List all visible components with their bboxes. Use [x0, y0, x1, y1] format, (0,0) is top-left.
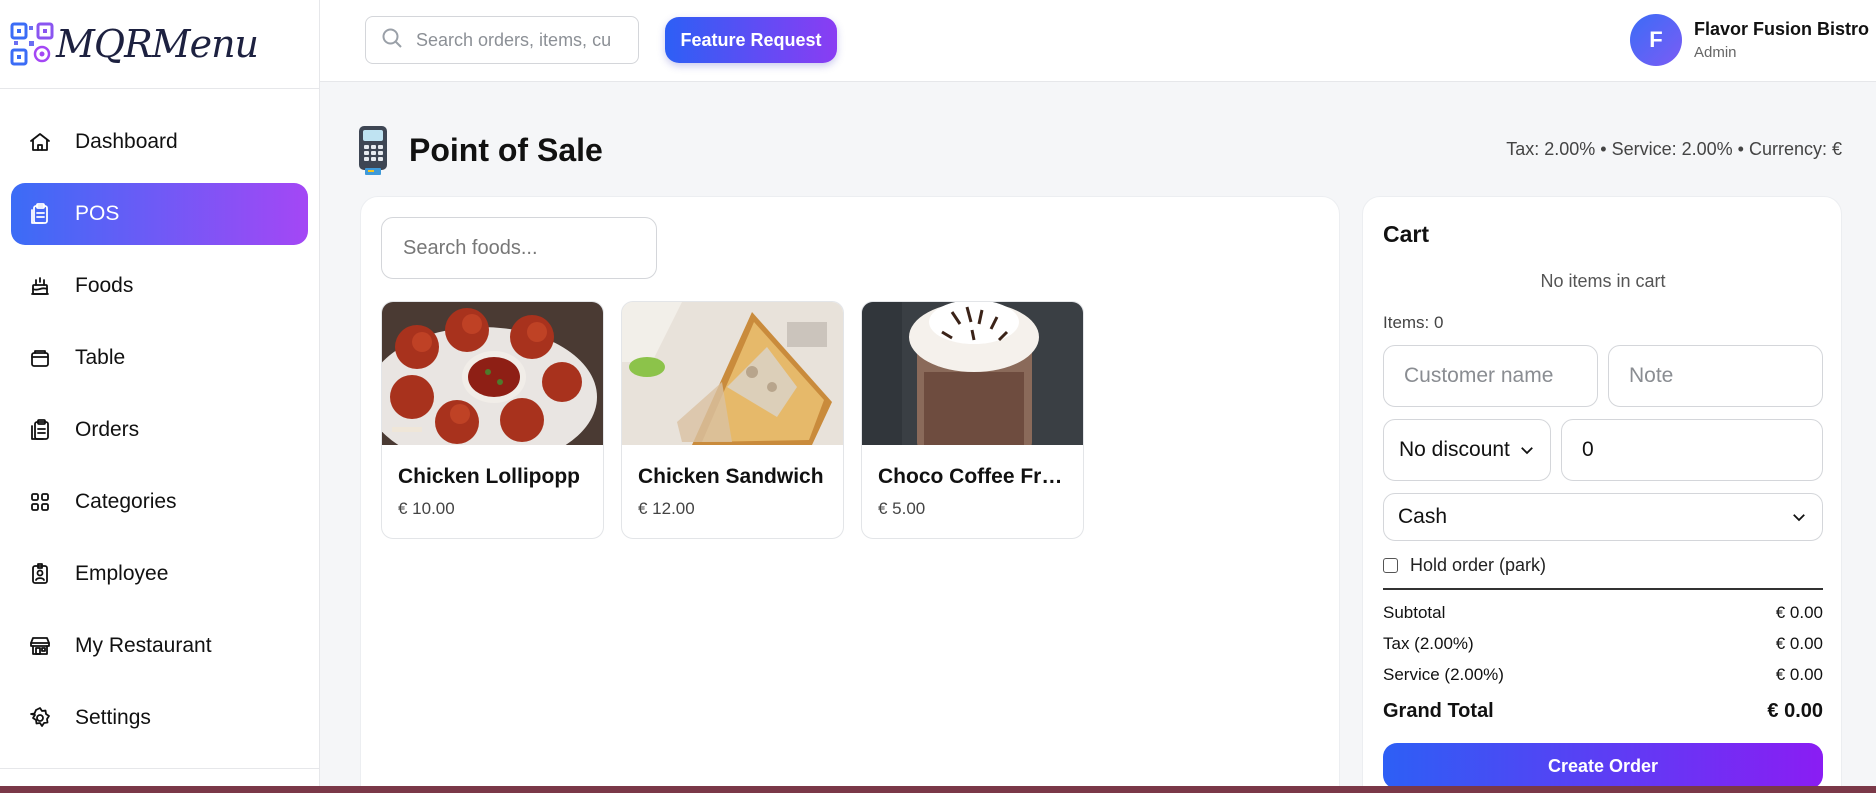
- sidebar-item-my-restaurant[interactable]: My Restaurant: [11, 615, 308, 677]
- qr-logo-icon: [10, 22, 54, 66]
- global-search[interactable]: [365, 16, 639, 64]
- orders-icon: [27, 417, 53, 443]
- global-search-input[interactable]: [416, 29, 616, 51]
- food-image: [622, 302, 843, 445]
- chevron-down-icon: [1790, 508, 1808, 526]
- grid-icon: [27, 489, 53, 515]
- cart-items-count: Items: 0: [1383, 313, 1444, 332]
- sidebar-nav: Dashboard POS Foods Table Orders Categor…: [0, 89, 319, 749]
- pos-terminal-icon: [355, 124, 391, 176]
- food-image: [862, 302, 1083, 445]
- summary-label: Subtotal: [1383, 603, 1446, 622]
- sidebar-item-employee[interactable]: Employee: [11, 543, 308, 605]
- sidebar-item-label: Orders: [75, 418, 140, 441]
- store-icon: [27, 633, 53, 659]
- sidebar-item-table[interactable]: Table: [11, 327, 308, 389]
- page-title: Point of Sale: [409, 131, 603, 168]
- sidebar-item-pos[interactable]: POS: [11, 183, 308, 245]
- table-icon: [27, 345, 53, 371]
- grand-total-value: € 0.00: [1767, 700, 1823, 722]
- summary-row-tax: Tax (2.00%) € 0.00: [1383, 634, 1823, 654]
- food-card[interactable]: Chicken Sandwich € 12.00: [621, 301, 844, 539]
- sidebar-item-label: My Restaurant: [75, 634, 212, 657]
- page-header: Point of Sale: [355, 124, 603, 176]
- logo-text: MQRMenu: [56, 22, 259, 66]
- sidebar-item-label: Employee: [75, 562, 169, 585]
- sidebar-item-categories[interactable]: Categories: [11, 471, 308, 533]
- sidebar-item-foods[interactable]: Foods: [11, 255, 308, 317]
- sidebar-divider: [0, 768, 320, 769]
- food-price: € 10.00: [398, 499, 455, 518]
- discount-select-value: No discount: [1399, 438, 1510, 461]
- clipboard-icon: [27, 201, 53, 227]
- payment-method-value: Cash: [1398, 505, 1448, 528]
- summary-value: € 0.00: [1775, 603, 1823, 622]
- grand-total-label: Grand Total: [1383, 700, 1494, 722]
- sidebar-item-label: Categories: [75, 490, 177, 513]
- sidebar-item-label: Foods: [75, 274, 134, 297]
- user-name: Flavor Fusion Bistro: [1694, 19, 1870, 39]
- cart-panel: Cart No items in cart Items: 0 Customer …: [1362, 196, 1842, 793]
- create-order-button[interactable]: Create Order: [1383, 743, 1823, 789]
- summary-row-grand-total: Grand Total € 0.00: [1383, 700, 1823, 723]
- summary-value: € 0.00: [1775, 634, 1823, 653]
- cart-title: Cart: [1383, 221, 1430, 247]
- food-name: Chicken Sandwich: [638, 465, 824, 488]
- hold-order-label: Hold order (park): [1410, 555, 1547, 575]
- summary-divider: [1383, 588, 1823, 590]
- food-search-input[interactable]: [381, 217, 657, 279]
- sidebar-item-label: POS: [75, 202, 120, 225]
- cake-icon: [27, 273, 53, 299]
- gear-icon: [27, 705, 53, 731]
- food-name: Choco Coffee Freeze: [878, 465, 1074, 488]
- summary-label: Service (2.00%): [1383, 665, 1504, 684]
- cart-empty-message: No items in cart: [1540, 271, 1666, 291]
- sidebar-item-orders[interactable]: Orders: [11, 399, 308, 461]
- topbar: Feature Request F Flavor Fusion Bistro A…: [320, 0, 1876, 82]
- summary-value: € 0.00: [1775, 665, 1823, 684]
- hold-order-toggle[interactable]: Hold order (park): [1383, 555, 1546, 576]
- taskbar-edge: [0, 786, 1876, 793]
- discount-amount-input[interactable]: 0: [1561, 419, 1823, 481]
- chevron-down-icon: [1518, 441, 1536, 459]
- sidebar-item-label: Table: [75, 346, 126, 369]
- summary-row-service: Service (2.00%) € 0.00: [1383, 665, 1823, 685]
- pos-settings-summary: Tax: 2.00% • Service: 2.00% • Currency: …: [1506, 139, 1842, 159]
- logo[interactable]: MQRMenu: [0, 0, 319, 89]
- home-icon: [27, 129, 53, 155]
- food-panel: Chicken Lollipopp € 10.00 Chicken Sandwi…: [360, 196, 1340, 793]
- user-info: Flavor Fusion Bistro Admin: [1694, 19, 1869, 61]
- sidebar: MQRMenu Dashboard POS Foods Table Orders…: [0, 0, 320, 793]
- food-image: [382, 302, 603, 445]
- sidebar-item-label: Dashboard: [75, 130, 178, 153]
- search-icon: [380, 26, 404, 55]
- avatar[interactable]: F: [1630, 14, 1682, 66]
- badge-icon: [27, 561, 53, 587]
- sidebar-item-settings[interactable]: Settings: [11, 687, 308, 749]
- customer-name-input[interactable]: Customer name: [1383, 345, 1598, 407]
- feature-request-button[interactable]: Feature Request: [665, 17, 837, 63]
- food-card[interactable]: Chicken Lollipopp € 10.00: [381, 301, 604, 539]
- discount-select[interactable]: No discount: [1383, 419, 1551, 481]
- sidebar-item-label: Settings: [75, 706, 151, 729]
- food-grid: Chicken Lollipopp € 10.00 Chicken Sandwi…: [381, 301, 1084, 539]
- note-input[interactable]: Note: [1608, 345, 1823, 407]
- hold-order-checkbox[interactable]: [1383, 558, 1398, 573]
- food-name: Chicken Lollipopp: [398, 465, 580, 488]
- food-card[interactable]: Choco Coffee Freeze € 5.00: [861, 301, 1084, 539]
- sidebar-item-dashboard[interactable]: Dashboard: [11, 111, 308, 173]
- summary-row-subtotal: Subtotal € 0.00: [1383, 603, 1823, 623]
- food-price: € 12.00: [638, 499, 695, 518]
- user-role: Admin: [1694, 44, 1737, 61]
- summary-label: Tax (2.00%): [1383, 634, 1474, 653]
- food-price: € 5.00: [878, 499, 926, 518]
- user-menu[interactable]: F Flavor Fusion Bistro Admin: [1630, 14, 1869, 66]
- payment-method-select[interactable]: Cash: [1383, 493, 1823, 541]
